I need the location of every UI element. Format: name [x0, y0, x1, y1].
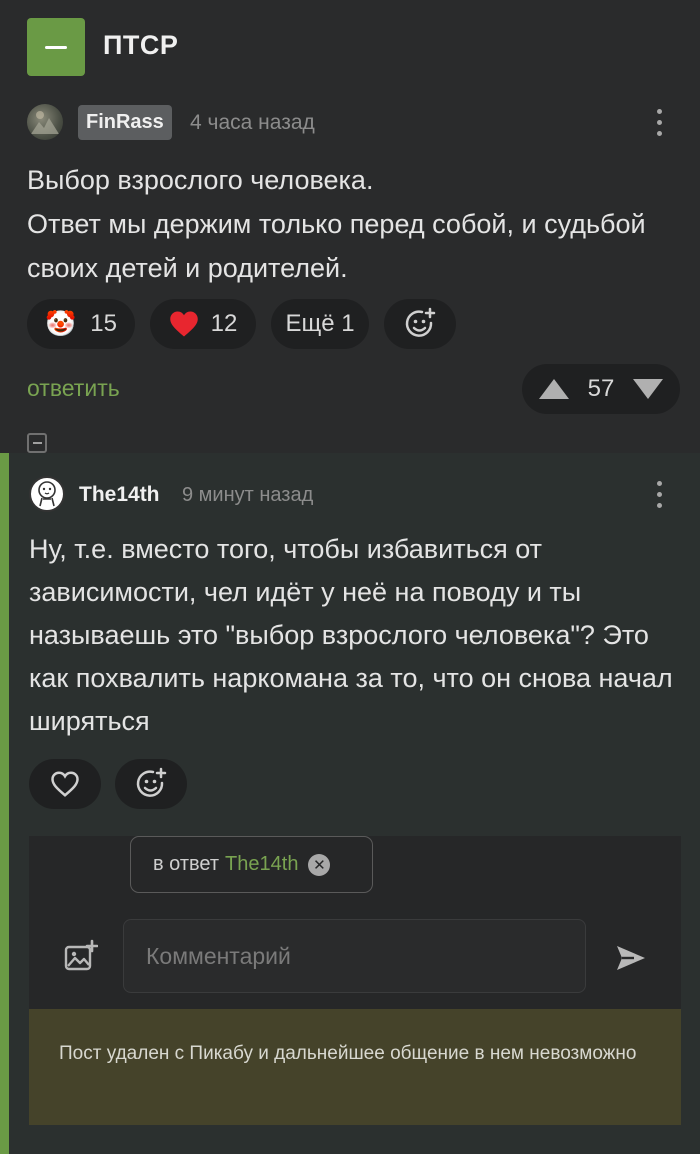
add-emoji-icon — [405, 307, 436, 337]
nested-comment: The14th 9 минут назад Ну, т.е. вместо то… — [0, 453, 700, 1154]
attach-image-icon[interactable] — [64, 939, 98, 973]
more-options-icon[interactable] — [647, 476, 671, 512]
reaction-count: 12 — [210, 310, 238, 337]
minus-icon — [45, 45, 67, 49]
add-emoji-icon — [136, 767, 167, 797]
add-reaction-button[interactable] — [115, 759, 187, 809]
upvote-icon[interactable] — [538, 377, 570, 401]
thread-line[interactable] — [0, 453, 9, 1154]
like-button[interactable] — [29, 759, 101, 809]
comment-input[interactable] — [123, 919, 586, 993]
reply-to-chip: в ответ The14th ✕ — [130, 836, 373, 893]
comment-time[interactable]: 9 минут назад — [182, 484, 313, 507]
reply-user[interactable]: The14th — [225, 853, 298, 876]
post-deleted-notice: Пост удален с Пикабу и дальнейшее общени… — [29, 1009, 681, 1125]
comment-text: Ну, т.е. вместо того, чтобы избавиться о… — [29, 534, 673, 736]
downvote-icon[interactable] — [632, 377, 664, 401]
send-icon[interactable] — [614, 941, 648, 975]
author-name[interactable]: FinRass — [78, 105, 172, 140]
comment-time[interactable]: 4 часа назад — [190, 111, 315, 135]
reply-prefix: в ответ — [153, 853, 220, 875]
reply-composer: в ответ The14th ✕ — [29, 836, 681, 1011]
avatar[interactable] — [27, 104, 63, 140]
rating-value: 57 — [587, 375, 615, 402]
close-icon[interactable]: ✕ — [308, 853, 331, 876]
reaction-count: 15 — [90, 310, 117, 337]
avatar[interactable] — [29, 476, 65, 512]
more-reactions-button[interactable]: Ещё 1 — [271, 299, 369, 349]
comment-text: Выбор взрослого человека. Ответ мы держи… — [27, 165, 646, 283]
reply-link[interactable]: ответить — [27, 375, 120, 402]
reaction-clown[interactable]: 🤡 15 — [27, 299, 135, 349]
post-title[interactable]: ПТСР — [103, 30, 178, 61]
collapse-post-button[interactable] — [27, 18, 85, 76]
author-name[interactable]: The14th — [79, 483, 160, 507]
clown-emoji-icon: 🤡 — [45, 309, 77, 338]
more-options-icon[interactable] — [647, 104, 671, 140]
heart-icon — [169, 311, 198, 337]
minus-icon — [32, 442, 42, 444]
heart-outline-icon — [51, 771, 79, 797]
rating-box: 57 — [522, 364, 680, 414]
collapse-thread-button[interactable] — [27, 433, 47, 453]
post-header: ПТСР — [0, 0, 700, 95]
reaction-heart[interactable]: 12 — [150, 299, 256, 349]
add-reaction-button[interactable] — [384, 299, 456, 349]
